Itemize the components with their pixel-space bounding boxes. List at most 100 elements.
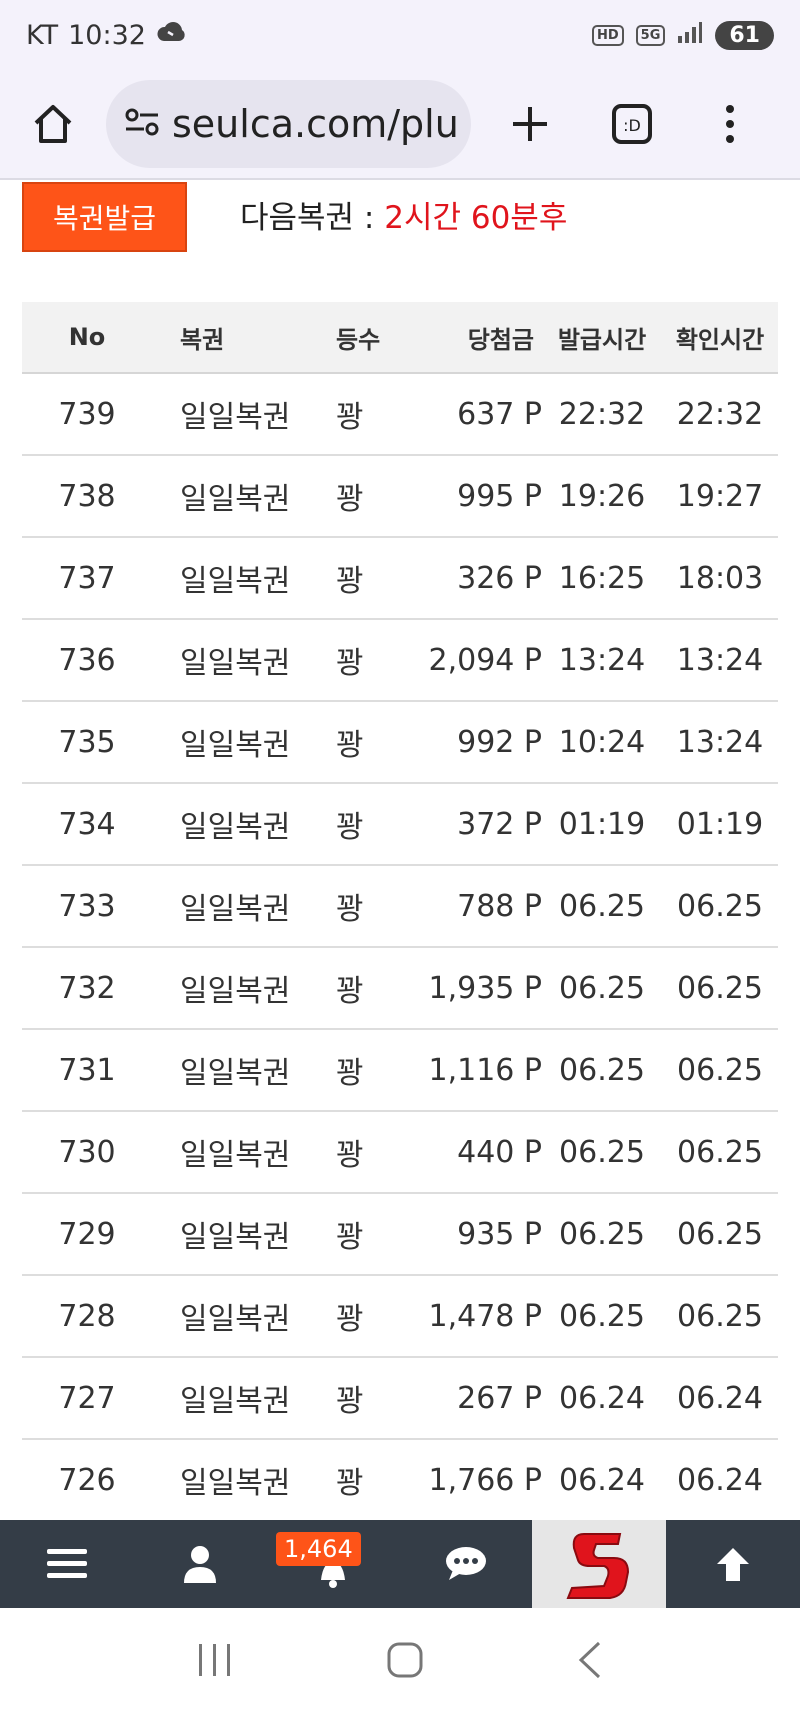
cell-prize: 995 P [457, 478, 542, 514]
cell-prize: 1,766 P [428, 1462, 542, 1498]
header-name: 복권 [180, 325, 225, 354]
notifications-button[interactable]: 1,464 [266, 1520, 399, 1608]
cell-rank: 꽝 [336, 810, 364, 845]
carrier-label: KT [26, 19, 59, 51]
scroll-top-button[interactable] [666, 1520, 799, 1608]
cell-issued: 01:19 [558, 806, 646, 842]
cell-issued: 06.25 [559, 1216, 645, 1252]
svg-text::D: :D [623, 116, 641, 135]
table-row: 726 일일복권 꽝 1,766 P 06.24 06.24 [22, 1440, 778, 1522]
signal-icon [677, 20, 703, 51]
cell-rank: 꽝 [336, 1384, 364, 1419]
cell-issued: 06.25 [559, 1052, 645, 1088]
cell-prize: 372 P [457, 806, 542, 842]
cell-prize: 440 P [457, 1134, 542, 1170]
home-button[interactable] [0, 79, 106, 169]
cell-no: 736 [58, 642, 116, 678]
cell-name: 일일복권 [180, 646, 291, 681]
notification-count-badge: 1,464 [276, 1532, 361, 1566]
cell-checked: 06.25 [677, 1052, 763, 1088]
cell-checked: 18:03 [676, 560, 764, 596]
more-menu-button[interactable] [685, 79, 775, 169]
cell-checked: 06.25 [677, 1298, 763, 1334]
cell-name: 일일복권 [180, 892, 291, 927]
cell-no: 731 [58, 1052, 116, 1088]
cell-prize: 1,116 P [428, 1052, 542, 1088]
table-row: 739 일일복권 꽝 637 P 22:32 22:32 [22, 374, 778, 456]
cell-prize: 1,478 P [428, 1298, 542, 1334]
address-bar[interactable]: seulca.com/plu [106, 80, 471, 168]
user-icon [183, 1546, 216, 1583]
recent-apps-button[interactable] [195, 1642, 235, 1682]
cell-issued: 13:24 [558, 642, 646, 678]
cell-prize: 637 P [457, 396, 542, 432]
issue-lottery-button[interactable]: 복권발급 [22, 182, 187, 252]
lottery-history-table: No 복권 등수 당첨금 발급시간 확인시간 739 일일복권 꽝 637 P … [22, 302, 778, 1522]
cell-no: 734 [58, 806, 116, 842]
bottom-navigation: 1,464 [0, 1520, 800, 1608]
cell-name: 일일복권 [180, 1056, 291, 1091]
cell-name: 일일복권 [180, 1138, 291, 1173]
cell-no: 737 [58, 560, 116, 596]
hd-badge: HD [591, 24, 624, 46]
cell-issued: 06.24 [559, 1462, 645, 1498]
cell-rank: 꽝 [336, 1220, 364, 1255]
cell-rank: 꽝 [336, 564, 364, 599]
cell-name: 일일복권 [180, 400, 291, 435]
cell-rank: 꽝 [336, 1056, 364, 1091]
header-prize: 당첨금 [467, 325, 534, 354]
cell-prize: 992 P [457, 724, 542, 760]
cell-issued: 16:25 [558, 560, 646, 596]
home-nav-button[interactable] [385, 1640, 425, 1684]
status-bar: KT 10:32 HD 5G 61 [0, 0, 800, 70]
cell-checked: 06.25 [677, 1216, 763, 1252]
cell-rank: 꽝 [336, 400, 364, 435]
menu-button[interactable] [0, 1520, 133, 1608]
arrow-up-icon [716, 1548, 749, 1581]
table-row: 728 일일복권 꽝 1,478 P 06.25 06.25 [22, 1276, 778, 1358]
cell-checked: 06.24 [677, 1380, 763, 1416]
cell-issued: 06.25 [559, 970, 645, 1006]
cell-no: 729 [58, 1216, 116, 1252]
table-row: 731 일일복권 꽝 1,116 P 06.25 06.25 [22, 1030, 778, 1112]
cell-rank: 꽝 [336, 728, 364, 763]
back-button[interactable] [575, 1640, 605, 1684]
cell-issued: 10:24 [558, 724, 646, 760]
cell-no: 739 [58, 396, 116, 432]
cell-issued: 19:26 [558, 478, 646, 514]
table-row: 738 일일복권 꽝 995 P 19:26 19:27 [22, 456, 778, 538]
cell-checked: 13:24 [676, 724, 764, 760]
site-logo [566, 1533, 630, 1599]
next-lottery-label: 다음복권 : [240, 200, 385, 236]
tabs-button[interactable]: :D [587, 79, 677, 169]
cell-checked: 19:27 [676, 478, 764, 514]
cell-name: 일일복권 [180, 1220, 291, 1255]
home-icon [34, 105, 72, 143]
issue-row: 복권발급 다음복권 : 2시간 60분후 [0, 182, 800, 262]
profile-button[interactable] [133, 1520, 266, 1608]
cell-no: 727 [58, 1380, 116, 1416]
clock: 10:32 [68, 19, 146, 51]
cell-no: 726 [58, 1462, 116, 1498]
url-text: seulca.com/plu [172, 102, 459, 146]
cell-name: 일일복권 [180, 810, 291, 845]
site-settings-icon[interactable] [124, 106, 160, 142]
new-tab-button[interactable] [485, 79, 575, 169]
cell-name: 일일복권 [180, 974, 291, 1009]
cell-no: 735 [58, 724, 116, 760]
table-row: 732 일일복권 꽝 1,935 P 06.25 06.25 [22, 948, 778, 1030]
cell-issued: 06.25 [559, 1134, 645, 1170]
table-row: 737 일일복권 꽝 326 P 16:25 18:03 [22, 538, 778, 620]
cell-issued: 06.24 [559, 1380, 645, 1416]
site-logo-button[interactable] [532, 1520, 666, 1608]
chat-button[interactable] [399, 1520, 532, 1608]
table-header: No 복권 등수 당첨금 발급시간 확인시간 [22, 302, 778, 374]
cell-name: 일일복권 [180, 564, 291, 599]
table-row: 729 일일복권 꽝 935 P 06.25 06.25 [22, 1194, 778, 1276]
cell-prize: 326 P [457, 560, 542, 596]
cell-issued: 06.25 [559, 888, 645, 924]
cell-rank: 꽝 [336, 1302, 364, 1337]
cell-rank: 꽝 [336, 1138, 364, 1173]
table-row: 736 일일복권 꽝 2,094 P 13:24 13:24 [22, 620, 778, 702]
table-row: 735 일일복권 꽝 992 P 10:24 13:24 [22, 702, 778, 784]
